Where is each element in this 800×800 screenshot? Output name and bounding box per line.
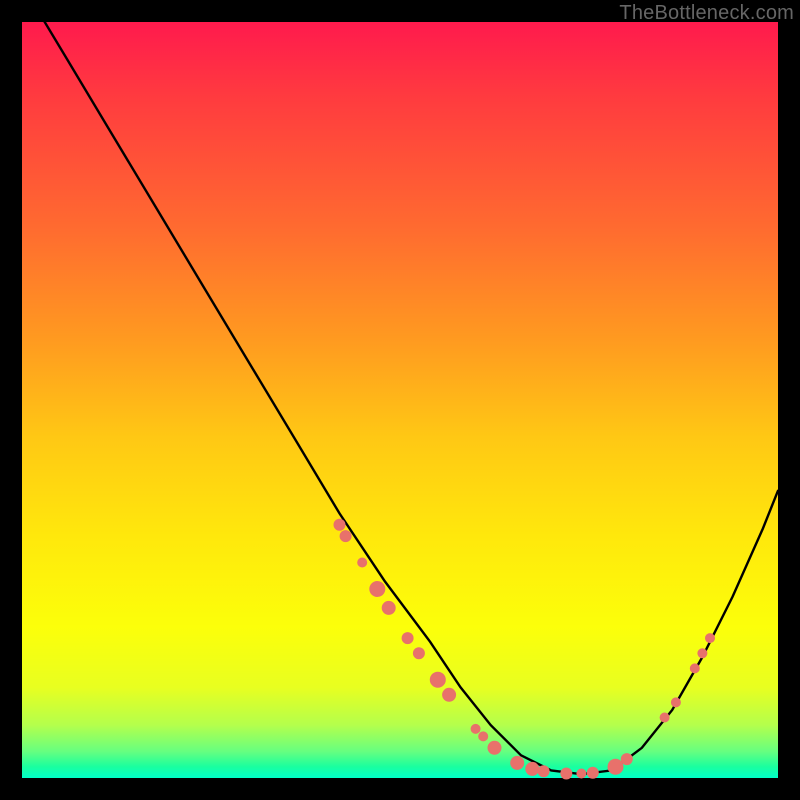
curve-marker [690, 663, 700, 673]
curve-marker [334, 519, 346, 531]
curve-marker [430, 672, 446, 688]
curve-marker [413, 647, 425, 659]
curve-marker [538, 765, 550, 777]
curve-marker [587, 767, 599, 779]
curve-marker [442, 688, 456, 702]
curve-marker [369, 581, 385, 597]
curve-marker [697, 648, 707, 658]
curve-marker [488, 741, 502, 755]
curve-marker [560, 768, 572, 780]
curve-marker [478, 731, 488, 741]
curve-marker [382, 601, 396, 615]
curve-marker [671, 697, 681, 707]
curve-marker [357, 558, 367, 568]
bottleneck-curve [22, 0, 778, 774]
curve-marker [510, 756, 524, 770]
curve-marker [471, 724, 481, 734]
curve-marker [576, 769, 586, 779]
chart-svg [22, 22, 778, 778]
curve-markers [334, 519, 716, 780]
curve-marker [660, 713, 670, 723]
curve-marker [340, 530, 352, 542]
curve-marker [608, 759, 624, 775]
curve-marker [525, 762, 539, 776]
curve-marker [621, 753, 633, 765]
curve-marker [402, 632, 414, 644]
curve-marker [705, 633, 715, 643]
